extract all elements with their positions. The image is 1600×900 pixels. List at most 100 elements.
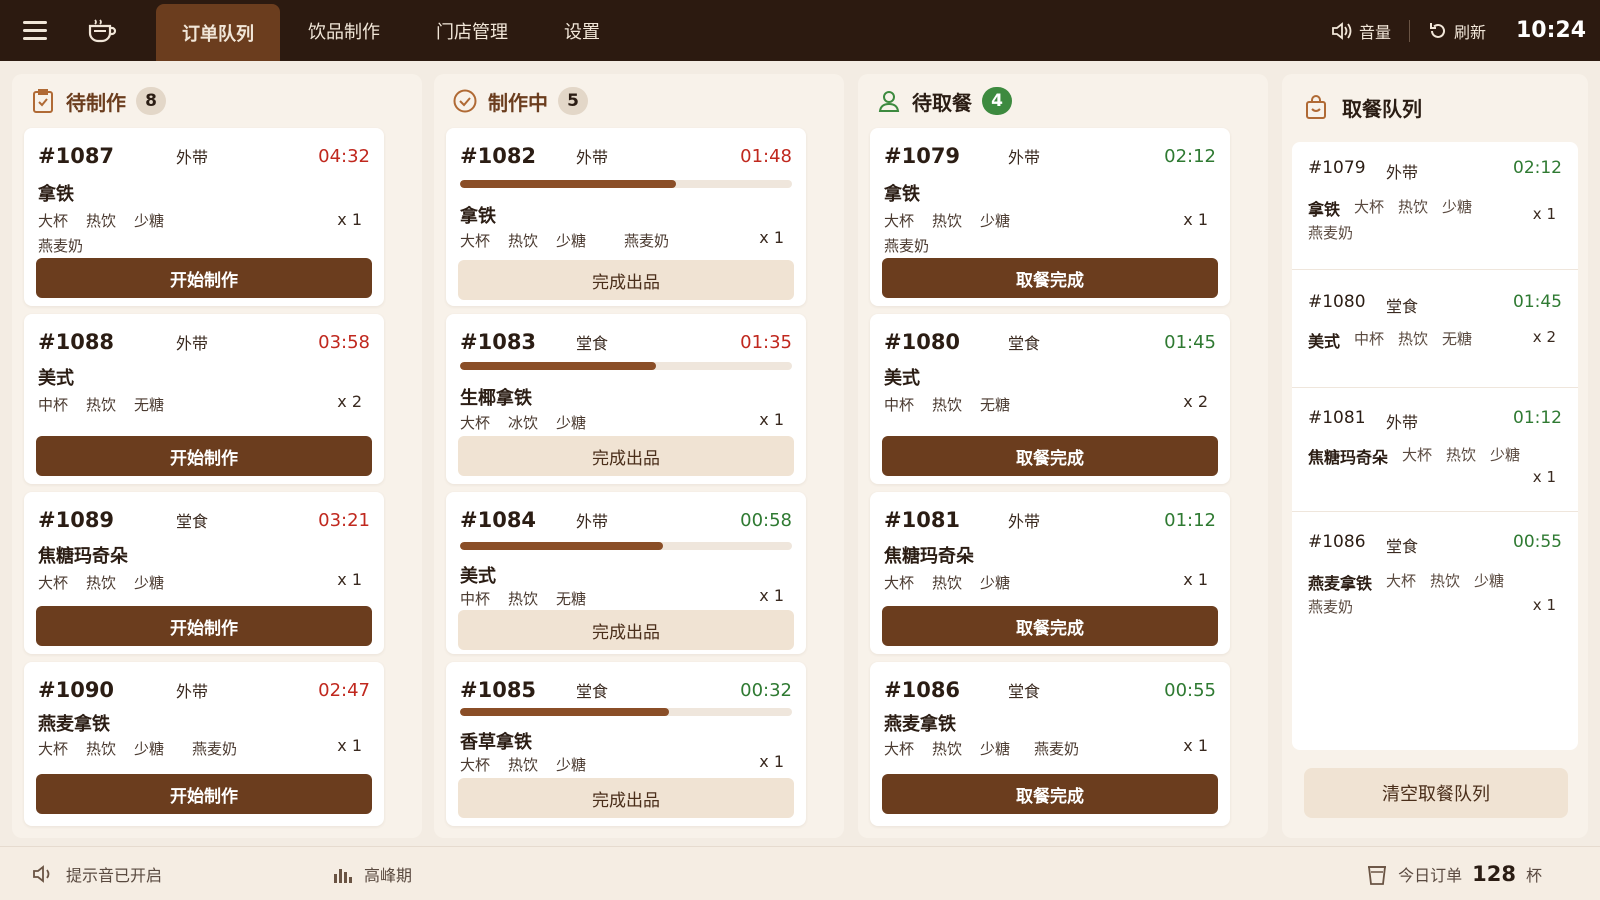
order-card: #1087 外带 04:32 拿铁 大杯 热饮 少糖 燕麦奶 x 1 开始制作 [24, 128, 384, 306]
pending-column: 待制作 8 #1087 外带 04:32 拿铁 大杯 热饮 少糖 燕麦奶 x 1 开始制… [12, 74, 422, 838]
order-number: #1085 [460, 678, 537, 702]
column-title: 待制作 [66, 90, 126, 115]
order-card: #1081 外带 01:12 焦糖玛奇朵 大杯 热饮 少糖 x 1 取餐完成 [870, 492, 1230, 654]
sound-status[interactable]: 提示音已开启 [32, 862, 162, 886]
pickup-done-button[interactable]: 取餐完成 [882, 258, 1218, 298]
quantity: x 1 [1532, 205, 1556, 223]
order-number: #1081 [884, 508, 961, 532]
start-making-button[interactable]: 开始制作 [36, 774, 372, 814]
making-column: 制作中 5 #1082 外带 01:48 拿铁 大杯 热饮 少糖 燕麦奶 x 1 完成出品… [434, 74, 844, 838]
status-bar: 提示音已开启 高峰期 今日订单 128 杯 [0, 846, 1600, 900]
user-location-icon [878, 91, 900, 112]
refresh-label: 刷新 [1453, 22, 1486, 42]
start-making-button[interactable]: 开始制作 [36, 436, 372, 476]
complete-button[interactable]: 完成出品 [458, 260, 794, 300]
pickup-done-button[interactable]: 取餐完成 [882, 606, 1218, 646]
complete-button[interactable]: 完成出品 [458, 778, 794, 818]
order-type: 堂食 [1008, 334, 1041, 353]
wait-time: 00:55 [1513, 532, 1562, 552]
start-making-button[interactable]: 开始制作 [36, 258, 372, 298]
count-badge: 4 [982, 87, 1012, 115]
speaker-icon [33, 864, 50, 883]
drink-options: 大杯 热饮 少糖 燕麦奶 [884, 740, 1080, 758]
speaker-icon [1332, 21, 1352, 40]
quantity: x 2 [1532, 328, 1556, 346]
peak-status: 高峰期 [332, 862, 412, 886]
tab-drink-making[interactable]: 饮品制作 [280, 0, 408, 61]
pickup-queue-panel: 取餐队列 #1079 外带 02:12 拿铁 大杯 热饮 少糖 燕麦奶 x 1 #10… [1282, 74, 1588, 838]
wait-time: 01:12 [1164, 509, 1216, 531]
queue-title: 取餐队列 [1342, 96, 1422, 121]
complete-button[interactable]: 完成出品 [458, 436, 794, 476]
quantity: x 1 [1183, 210, 1208, 229]
queue-drink-line: 美式 中杯 热饮 无糖 [1308, 330, 1473, 351]
volume-button[interactable]: 音量 [1319, 19, 1403, 43]
quantity: x 2 [337, 392, 362, 411]
order-number: #1087 [38, 144, 115, 168]
pickup-done-button[interactable]: 取餐完成 [882, 774, 1218, 814]
start-making-button[interactable]: 开始制作 [36, 606, 372, 646]
wait-time: 01:35 [740, 331, 792, 353]
shopping-bag-icon [1306, 95, 1326, 119]
refresh-button[interactable]: 刷新 [1416, 19, 1498, 43]
order-type: 外带 [1008, 148, 1041, 167]
quantity: x 1 [1183, 736, 1208, 755]
divider [1408, 19, 1410, 42]
wait-time: 00:55 [1164, 679, 1216, 701]
main-nav: 订单队列 饮品制作 门店管理 设置 [156, 0, 628, 61]
menu-icon[interactable] [0, 0, 70, 61]
clear-queue-button[interactable]: 清空取餐队列 [1304, 768, 1568, 818]
tab-settings[interactable]: 设置 [536, 0, 628, 61]
queue-item[interactable]: #1086 堂食 00:55 燕麦拿铁 大杯 热饮 少糖 燕麦奶 x 1 [1292, 512, 1578, 636]
queue-item[interactable]: #1081 外带 01:12 焦糖玛奇朵 大杯 热饮 少糖 x 1 [1292, 388, 1578, 512]
quantity: x 2 [1183, 392, 1208, 411]
pickup-queue-list: #1079 外带 02:12 拿铁 大杯 热饮 少糖 燕麦奶 x 1 #1080 堂食… [1292, 142, 1578, 750]
complete-button[interactable]: 完成出品 [458, 610, 794, 650]
order-number: #1083 [460, 330, 537, 354]
tab-store-management[interactable]: 门店管理 [408, 0, 536, 61]
pickup-done-button[interactable]: 取餐完成 [882, 436, 1218, 476]
progress-bar [460, 180, 792, 188]
quantity: x 1 [759, 228, 784, 247]
order-card: #1084 外带 00:58 美式 中杯 热饮 无糖 x 1 完成出品 [446, 492, 806, 654]
order-type: 外带 [176, 682, 209, 701]
drink-name: 燕麦拿铁 [884, 714, 956, 735]
sound-status-label: 提示音已开启 [66, 865, 163, 885]
order-number: #1079 [1308, 158, 1366, 178]
drink-extra: 燕麦奶 [1308, 598, 1354, 616]
quantity: x 1 [1183, 570, 1208, 589]
drink-options: 中杯 热饮 无糖 [884, 396, 1011, 414]
check-circle-icon [453, 89, 477, 113]
queue-drink-line: 拿铁 大杯 热饮 少糖 [1308, 198, 1473, 219]
drink-options: 大杯 热饮 少糖 [38, 574, 165, 592]
coffee-cup-icon [70, 0, 134, 61]
today-count: 128 [1472, 861, 1516, 886]
queue-item[interactable]: #1079 外带 02:12 拿铁 大杯 热饮 少糖 燕麦奶 x 1 [1292, 142, 1578, 270]
today-orders: 今日订单 128 杯 [1366, 862, 1542, 886]
volume-label: 音量 [1358, 22, 1391, 42]
column-title: 待取餐 [912, 90, 972, 115]
clipboard-icon [33, 89, 53, 113]
order-card: #1083 堂食 01:35 生椰拿铁 大杯 冰饮 少糖 x 1 完成出品 [446, 314, 806, 484]
quantity: x 1 [759, 752, 784, 771]
order-number: #1082 [460, 144, 537, 168]
drink-options: 大杯 热饮 少糖 [38, 212, 165, 230]
order-type: 外带 [576, 148, 609, 167]
drink-name: 香草拿铁 [460, 732, 532, 753]
order-type: 堂食 [576, 682, 609, 701]
queue-item[interactable]: #1080 堂食 01:45 美式 中杯 热饮 无糖 x 2 [1292, 270, 1578, 388]
order-card: #1080 堂食 01:45 美式 中杯 热饮 无糖 x 2 取餐完成 [870, 314, 1230, 484]
order-number: #1079 [884, 144, 961, 168]
wait-time: 01:48 [740, 145, 792, 167]
drink-options: 中杯 热饮 无糖 [38, 396, 165, 414]
quantity: x 1 [759, 410, 784, 429]
drink-name: 焦糖玛奇朵 [884, 546, 974, 567]
order-number: #1089 [38, 508, 115, 532]
order-type: 堂食 [1386, 297, 1419, 316]
drink-options: 大杯 热饮 少糖 燕麦奶 [38, 740, 238, 758]
order-number: #1084 [460, 508, 537, 532]
progress-bar [460, 708, 792, 716]
tab-order-queue[interactable]: 订单队列 [156, 4, 280, 61]
wait-time: 01:45 [1164, 331, 1216, 353]
queue-drink-line: 焦糖玛奇朵 大杯 热饮 少糖 [1308, 446, 1521, 467]
